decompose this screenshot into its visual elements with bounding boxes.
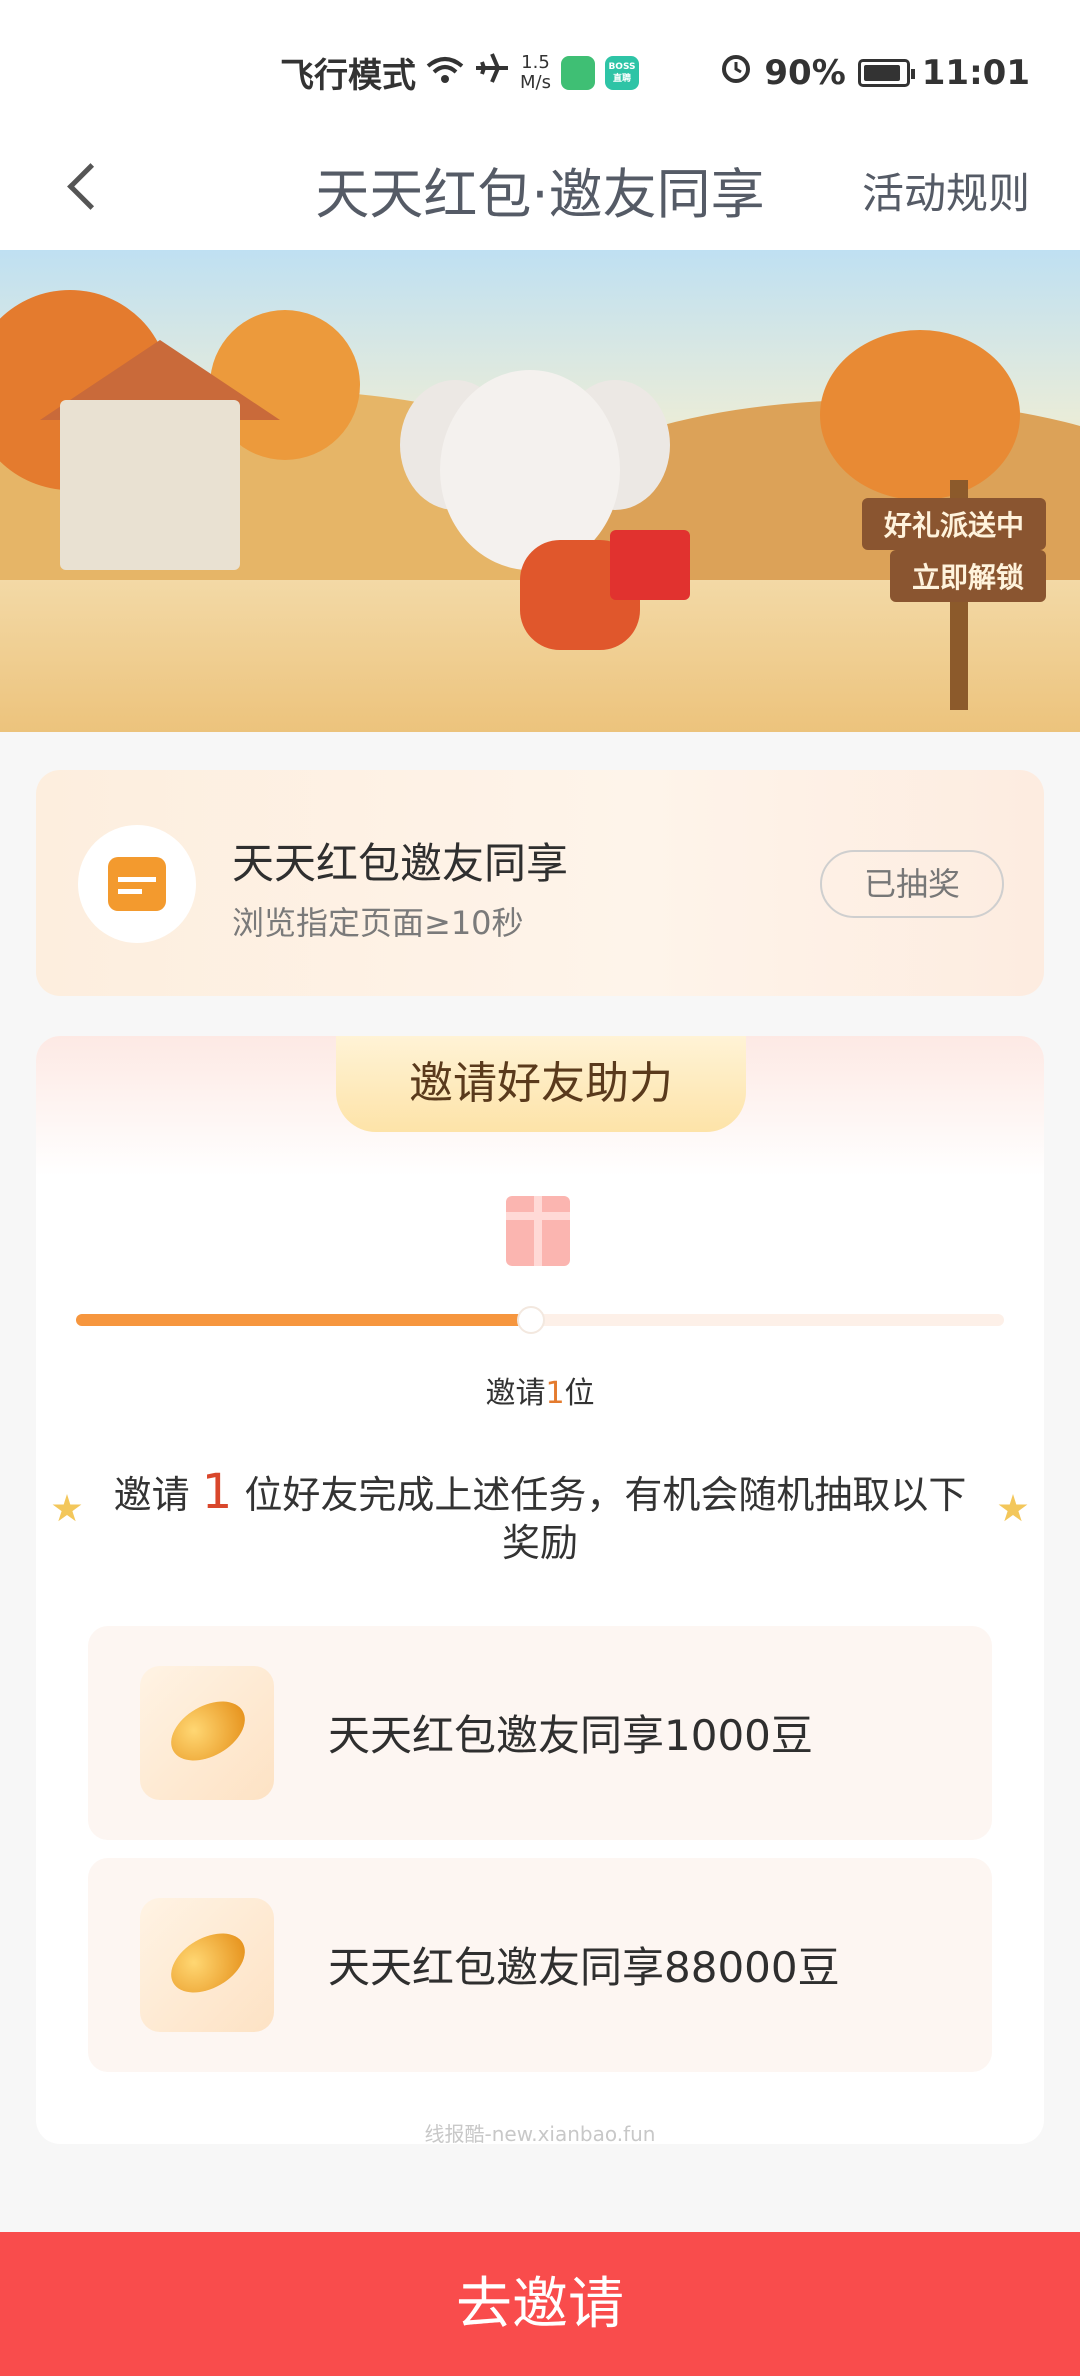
invite-section-title: 邀请好友助力 xyxy=(336,1036,746,1132)
watermark: 线报酷-new.xianbao.fun xyxy=(424,2122,656,2144)
reward-label: 天天红包邀友同享1000豆 xyxy=(328,1711,813,1760)
desc-suffix: 位好友完成上述任务，有机会随机抽取以下奖励 xyxy=(232,1473,967,1565)
reward-item: 天天红包邀友同享1000豆 xyxy=(88,1626,992,1840)
gift-icon xyxy=(506,1196,570,1266)
calendar-icon xyxy=(108,857,166,911)
star-icon xyxy=(998,1494,1028,1522)
clock: 11:01 xyxy=(921,52,1030,93)
gift-box xyxy=(610,530,690,600)
task-icon-wrap xyxy=(78,825,196,943)
boss-app-icon: BOSS直聘 xyxy=(604,55,639,90)
bean-icon xyxy=(160,1921,256,2005)
invite-description: 邀请 1 位好友完成上述任务，有机会随机抽取以下奖励 xyxy=(96,1468,984,1567)
progress-label-prefix: 邀请 xyxy=(485,1376,546,1411)
speed-unit: M/s xyxy=(520,71,551,93)
battery-fill xyxy=(863,64,900,81)
progress-label-num: 1 xyxy=(545,1376,565,1411)
progress-knob xyxy=(516,1306,545,1334)
desc-prefix: 邀请 xyxy=(113,1473,202,1517)
status-bar: 飞行模式 1.5 M/s BOSS直聘 90% 11:01 xyxy=(0,0,1080,120)
reward-item: 天天红包邀友同享88000豆 xyxy=(88,1858,992,2072)
reward-icon-wrap xyxy=(140,1666,274,1800)
sign-unlock-now: 立即解锁 xyxy=(890,550,1047,602)
task-subtitle: 浏览指定页面≥10秒 xyxy=(232,904,524,942)
sign-gift-delivering: 好礼派送中 xyxy=(862,498,1047,550)
drawn-button[interactable]: 已抽奖 xyxy=(820,850,1004,918)
battery-icon xyxy=(857,58,915,87)
house xyxy=(60,400,240,570)
status-left: 飞行模式 1.5 M/s BOSS直聘 xyxy=(280,48,639,97)
nav-bar: 天天红包·邀友同享 活动规则 xyxy=(0,120,1080,250)
battery-percent: 90% xyxy=(764,52,846,93)
app-notification-icon xyxy=(560,55,595,90)
task-title: 天天红包邀友同享 xyxy=(232,839,569,888)
reward-label: 天天红包邀友同享88000豆 xyxy=(328,1943,840,1992)
progress-fill xyxy=(76,1314,531,1326)
progress-label: 邀请1位 xyxy=(36,1368,1044,1412)
progress-label-suffix: 位 xyxy=(564,1376,595,1411)
go-invite-button[interactable]: 去邀请 xyxy=(0,2232,1080,2376)
reward-icon-wrap xyxy=(140,1898,274,2032)
speed-value: 1.5 xyxy=(521,51,550,73)
network-speed: 1.5 M/s xyxy=(520,51,551,93)
activity-rules-link[interactable]: 活动规则 xyxy=(862,160,1030,221)
task-card: 天天红包邀友同享 浏览指定页面≥10秒 已抽奖 xyxy=(36,770,1044,996)
invite-progress-bar xyxy=(76,1306,1004,1334)
invite-card: 邀请好友助力 邀请1位 邀请 1 位好友完成上述任务，有机会随机抽取以下奖励 天… xyxy=(36,1036,1044,2144)
star-icon xyxy=(52,1494,82,1522)
desc-num: 1 xyxy=(201,1464,233,1520)
airplane-icon xyxy=(474,50,510,95)
bean-icon xyxy=(160,1689,256,1773)
alarm-icon xyxy=(720,52,752,93)
wifi-icon xyxy=(426,53,464,93)
status-right: 90% 11:01 xyxy=(720,52,1030,93)
airplane-mode-label: 飞行模式 xyxy=(280,56,416,96)
banner-illustration: 好礼派送中 立即解锁 xyxy=(0,250,1080,732)
tree xyxy=(820,330,1020,500)
